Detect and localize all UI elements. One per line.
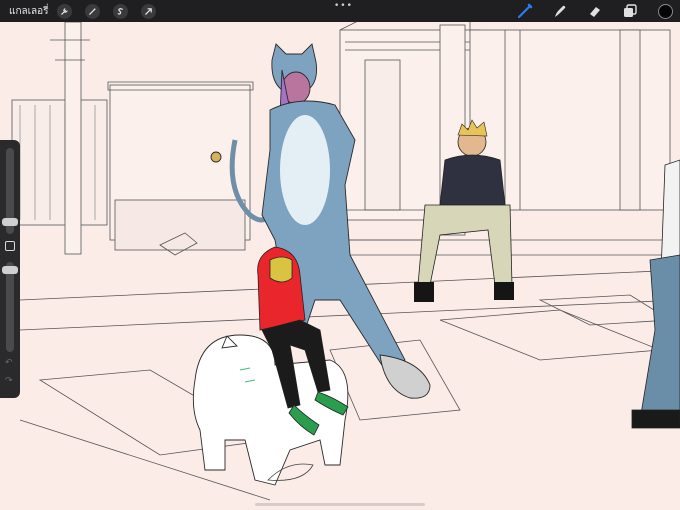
top-toolbar: แกลเลอรี่ •••	[0, 0, 680, 22]
artwork-illustration	[11, 22, 680, 501]
home-indicator	[255, 503, 425, 506]
right-tool-group	[499, 2, 674, 20]
magic-wand-icon[interactable]	[84, 3, 100, 19]
brush-size-slider[interactable]	[2, 148, 18, 234]
eraser-icon[interactable]	[586, 2, 604, 20]
gallery-button[interactable]: แกลเลอรี่	[9, 4, 49, 19]
selection-icon[interactable]	[112, 3, 128, 19]
modify-button[interactable]	[5, 241, 15, 251]
opacity-slider[interactable]	[2, 262, 18, 352]
left-sidebar: ↶ ↷	[0, 140, 20, 398]
opacity-thumb[interactable]	[2, 266, 18, 274]
color-swatch[interactable]	[656, 2, 674, 20]
more-options-icon[interactable]: •••	[334, 2, 353, 11]
transform-arrow-icon[interactable]	[140, 3, 156, 19]
brush-icon[interactable]	[516, 2, 534, 20]
brush-size-thumb[interactable]	[2, 218, 18, 226]
smudge-icon[interactable]	[551, 2, 569, 20]
undo-icon[interactable]: ↶	[5, 358, 13, 368]
redo-icon[interactable]: ↷	[5, 376, 13, 386]
wrench-icon[interactable]	[56, 3, 72, 19]
drawing-canvas[interactable]	[0, 22, 680, 510]
current-color-dot	[657, 3, 673, 19]
layers-icon[interactable]	[621, 2, 639, 20]
